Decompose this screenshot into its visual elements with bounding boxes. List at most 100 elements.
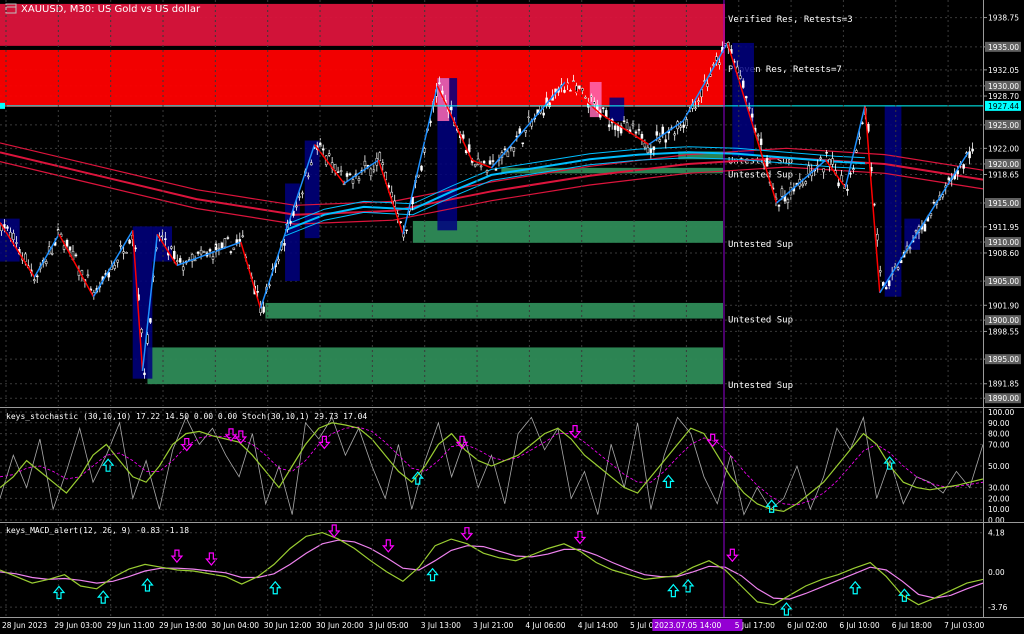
candle-body <box>357 178 361 181</box>
price-axis-label: 1898.55 <box>988 327 1019 336</box>
candle-body <box>143 372 146 376</box>
candle-body <box>202 251 206 253</box>
candle-body <box>461 134 465 139</box>
candle-body <box>125 252 128 254</box>
candle-body <box>175 260 179 262</box>
candle-body <box>140 329 143 334</box>
stochastic-axis-label: 20.00 <box>988 494 1010 503</box>
candle-body <box>506 151 510 158</box>
time-axis-label: 5 Jul 17:00 <box>735 621 775 630</box>
candle-body <box>399 221 402 223</box>
price-axis-label: 1900.00 <box>988 316 1019 325</box>
zone-label: Untested Sup <box>728 170 793 180</box>
candle-body <box>780 188 784 197</box>
candle-body <box>744 96 748 99</box>
candle-body <box>327 153 331 156</box>
candle-body <box>122 251 125 254</box>
candle-body <box>283 242 286 246</box>
candle-body <box>825 152 828 154</box>
macd-label: keys_MACD_alert(12, 26, 9) -0.83 -1.18 <box>6 526 189 535</box>
candle-body <box>381 162 385 165</box>
candle-body <box>855 150 858 153</box>
stochastic-axis-label: 90.00 <box>988 419 1010 428</box>
zone-untested-sup[interactable] <box>147 347 723 385</box>
candle-body <box>339 170 343 173</box>
price-axis-label: 1915.00 <box>988 199 1019 208</box>
candle-body <box>223 238 227 248</box>
candle-body <box>229 251 233 253</box>
candle-body <box>369 168 373 177</box>
candle-body <box>819 157 822 160</box>
stochastic-axis-label: 0.00 <box>988 516 1005 525</box>
candle-body <box>479 165 483 168</box>
candle-body <box>569 90 572 92</box>
candle-body <box>181 266 185 271</box>
candle-body <box>968 151 971 159</box>
candle-body <box>914 230 918 233</box>
zone-label: Untested Sup <box>728 381 793 391</box>
candle-body <box>876 234 879 241</box>
candle-body <box>345 173 349 177</box>
macd-axis-label: 0.00 <box>988 568 1005 577</box>
candle-body <box>846 189 849 191</box>
candle-body <box>750 113 754 118</box>
candle-body <box>738 75 742 79</box>
price-axis-label: 1932.05 <box>988 66 1019 75</box>
candle-body <box>503 148 507 151</box>
candle-body <box>852 168 855 170</box>
candle-body <box>170 246 173 249</box>
candle-body <box>450 106 453 111</box>
candle-body <box>301 192 304 195</box>
candle-body <box>128 239 131 244</box>
candle-body <box>68 246 72 251</box>
candle-body <box>348 173 352 176</box>
candle-body <box>494 169 498 171</box>
candle-body <box>542 112 545 116</box>
candle-body <box>643 142 647 148</box>
time-axis-label: 30 Jun 04:00 <box>211 621 259 630</box>
zone-untested-sup[interactable] <box>412 220 723 243</box>
candle-body <box>578 85 581 89</box>
candle-body <box>149 318 152 323</box>
stochastic-axis-label: 70.00 <box>988 440 1010 449</box>
candle-body <box>593 101 596 105</box>
current-price-label: 1927.44 <box>988 102 1019 111</box>
price-axis-label: 1928.70 <box>988 92 1019 101</box>
candle-body <box>634 131 638 134</box>
candle-body <box>649 148 653 153</box>
trading-chart-window[interactable]: Verified Res, Retests=3Proven Res, Retes… <box>0 0 1024 634</box>
candle-body <box>351 179 355 184</box>
candle-body <box>786 199 790 204</box>
zone-label: Untested Sup <box>728 240 793 250</box>
candle-body <box>694 107 697 110</box>
candle-body <box>485 170 489 173</box>
candle-body <box>405 229 408 232</box>
time-axis-label: 6 Jul 18:00 <box>892 621 932 630</box>
candle-body <box>467 144 471 153</box>
candle-body <box>682 124 685 128</box>
price-axis-label: 1905.00 <box>988 277 1019 286</box>
candle-body <box>673 133 676 136</box>
candle-body <box>74 254 78 257</box>
zone-untested-sup[interactable] <box>265 302 723 319</box>
price-axis-label: 1901.90 <box>988 301 1019 310</box>
candle-body <box>637 129 641 131</box>
candle-body <box>861 122 864 125</box>
candle-body <box>878 270 882 273</box>
candle-body <box>193 259 197 262</box>
candle-body <box>277 258 280 262</box>
candle-body <box>801 183 805 187</box>
candle-body <box>646 146 650 154</box>
time-axis-label: 6 Jul 10:00 <box>839 621 879 630</box>
time-axis-label: 3 Jul 21:00 <box>473 621 513 630</box>
time-axis-current-label: 2023.07.05 14:00 <box>654 621 721 630</box>
candle-body <box>363 160 367 166</box>
chart-title: XAUUSD, M30: US Gold vs US dollar <box>5 3 201 15</box>
candle-body <box>697 100 700 103</box>
candle-body <box>298 196 301 198</box>
candle-body <box>601 107 605 109</box>
stochastic-axis-label: 50.00 <box>988 462 1010 471</box>
candle-body <box>747 107 751 109</box>
candle-body <box>86 274 90 277</box>
candle-body <box>62 245 66 250</box>
